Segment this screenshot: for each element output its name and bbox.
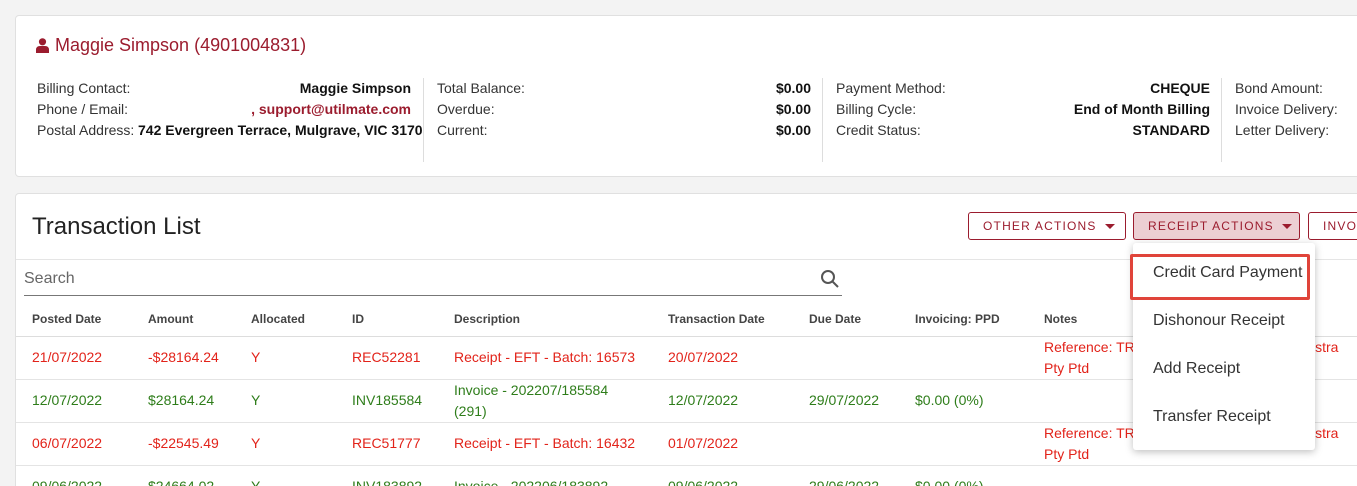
delivery-info: Bond Amount: Invoice Delivery: Letter De…: [1235, 78, 1357, 162]
due-date-cell: [793, 422, 899, 466]
amount-cell: $24664.02: [132, 465, 235, 486]
menu-item-dishonour-receipt[interactable]: Dishonour Receipt: [1153, 312, 1285, 330]
notes-cell: [1028, 465, 1357, 486]
description-cell: Invoice - 202207/185584 (291): [438, 379, 652, 423]
billing-contact-label: Billing Contact:: [37, 80, 131, 96]
column-divider: [423, 78, 424, 162]
phone-email-value[interactable]: , support@utilmate.com: [251, 99, 411, 120]
search-bar: [24, 266, 842, 296]
description-line: (291): [454, 402, 487, 419]
payment-method-label: Payment Method:: [836, 80, 946, 96]
amount-cell: $28164.24: [132, 379, 235, 423]
invoice-actions-label: INVOI: [1323, 219, 1357, 233]
posted-date-cell: 06/07/2022: [16, 422, 132, 466]
menu-item-transfer-receipt[interactable]: Transfer Receipt: [1153, 408, 1271, 426]
total-balance-label: Total Balance:: [437, 80, 525, 96]
description-cell: Invoice - 202206/183892: [438, 465, 652, 486]
bond-amount-label: Bond Amount:: [1235, 80, 1323, 96]
posted-date-cell: 09/06/2022: [16, 465, 132, 486]
column-divider: [822, 78, 823, 162]
invoice-actions-button[interactable]: INVOI: [1308, 212, 1357, 240]
amount-cell: -$28164.24: [132, 336, 235, 380]
overdue-value: $0.00: [775, 101, 811, 117]
invoice-delivery-label: Invoice Delivery:: [1235, 101, 1338, 117]
col-posted-date[interactable]: Posted Date: [16, 302, 132, 337]
current-value: $0.00: [775, 122, 811, 138]
id-cell[interactable]: INV185584: [336, 379, 438, 423]
posted-date-cell: 21/07/2022: [16, 336, 132, 380]
transaction-date-cell: 01/07/2022: [652, 422, 793, 466]
col-id[interactable]: ID: [336, 302, 438, 337]
allocated-cell: Y: [235, 465, 336, 486]
col-description[interactable]: Description: [438, 302, 652, 337]
due-date-cell: 29/07/2022: [793, 379, 899, 423]
allocated-cell: Y: [235, 422, 336, 466]
menu-item-add-receipt[interactable]: Add Receipt: [1153, 360, 1240, 378]
id-cell[interactable]: REC52281: [336, 336, 438, 380]
account-title: Maggie Simpson (4901004831): [36, 35, 306, 56]
ppd-cell: [899, 422, 1028, 466]
user-icon: [36, 38, 49, 53]
credit-status-value: STANDARD: [1132, 122, 1210, 138]
postal-address-value: 742 Evergreen Terrace, Mulgrave, VIC 317…: [138, 122, 423, 138]
payment-method-value: CHEQUE: [1150, 80, 1210, 96]
posted-date-cell: 12/07/2022: [16, 379, 132, 423]
billing-contact-value: Maggie Simpson: [299, 80, 411, 96]
description-line: Invoice - 202207/185584: [454, 381, 609, 398]
col-allocated[interactable]: Allocated: [235, 302, 336, 337]
description-line: Invoice - 202206/183892: [454, 478, 609, 486]
search-icon[interactable]: [820, 269, 840, 289]
amount-cell: -$22545.49: [132, 422, 235, 466]
caret-down-icon: [1104, 223, 1115, 229]
postal-address-label: Postal Address:: [37, 122, 135, 138]
due-date-cell: 29/06/2022: [793, 465, 899, 486]
payment-info: Payment Method: CHEQUE Billing Cycle: End …: [836, 78, 1210, 162]
col-invoicing-ppd[interactable]: Invoicing: PPD: [899, 302, 1028, 337]
description-cell: Receipt - EFT - Batch: 16573: [438, 336, 652, 380]
allocated-cell: Y: [235, 379, 336, 423]
col-transaction-date[interactable]: Transaction Date: [652, 302, 793, 337]
col-amount[interactable]: Amount: [132, 302, 235, 337]
billing-info: Billing Contact: Maggie Simpson Phone / E…: [37, 78, 423, 162]
ppd-cell: [899, 336, 1028, 380]
table-row[interactable]: 09/06/2022 $24664.02 Y INV183892 Invoice…: [16, 465, 1357, 486]
highlight-box: [1130, 254, 1310, 300]
letter-delivery-label: Letter Delivery:: [1235, 122, 1330, 138]
search-input[interactable]: [24, 270, 804, 288]
current-label: Current:: [437, 122, 488, 138]
overdue-label: Overdue:: [437, 101, 495, 117]
transaction-date-cell: 09/06/2022: [652, 465, 793, 486]
receipt-actions-button[interactable]: RECEIPT ACTIONS: [1133, 212, 1300, 240]
other-actions-button[interactable]: OTHER ACTIONS: [968, 212, 1126, 240]
total-balance-value: $0.00: [775, 80, 811, 96]
id-cell[interactable]: REC51777: [336, 422, 438, 466]
page-title: Transaction List: [32, 213, 201, 240]
account-summary-card: Maggie Simpson (4901004831) Billing Cont…: [15, 15, 1357, 177]
id-cell[interactable]: INV183892: [336, 465, 438, 486]
receipt-actions-label: RECEIPT ACTIONS: [1148, 219, 1274, 233]
ppd-cell: $0.00 (0%): [899, 465, 1028, 486]
credit-status-label: Credit Status:: [836, 122, 921, 138]
account-name: Maggie Simpson (4901004831): [55, 35, 307, 55]
due-date-cell: [793, 336, 899, 380]
ppd-cell: $0.00 (0%): [899, 379, 1028, 423]
balance-info: Total Balance: $0.00 Overdue: $0.00 Curren…: [437, 78, 811, 162]
billing-cycle-value: End of Month Billing: [1073, 101, 1210, 117]
col-due-date[interactable]: Due Date: [793, 302, 899, 337]
description-cell: Receipt - EFT - Batch: 16432: [438, 422, 652, 466]
transaction-date-cell: 12/07/2022: [652, 379, 793, 423]
allocated-cell: Y: [235, 336, 336, 380]
column-divider: [1221, 78, 1222, 162]
caret-down-icon: [1281, 223, 1292, 229]
transaction-date-cell: 20/07/2022: [652, 336, 793, 380]
other-actions-label: OTHER ACTIONS: [983, 219, 1097, 233]
phone-email-label: Phone / Email:: [37, 101, 129, 117]
billing-cycle-label: Billing Cycle:: [836, 101, 917, 117]
